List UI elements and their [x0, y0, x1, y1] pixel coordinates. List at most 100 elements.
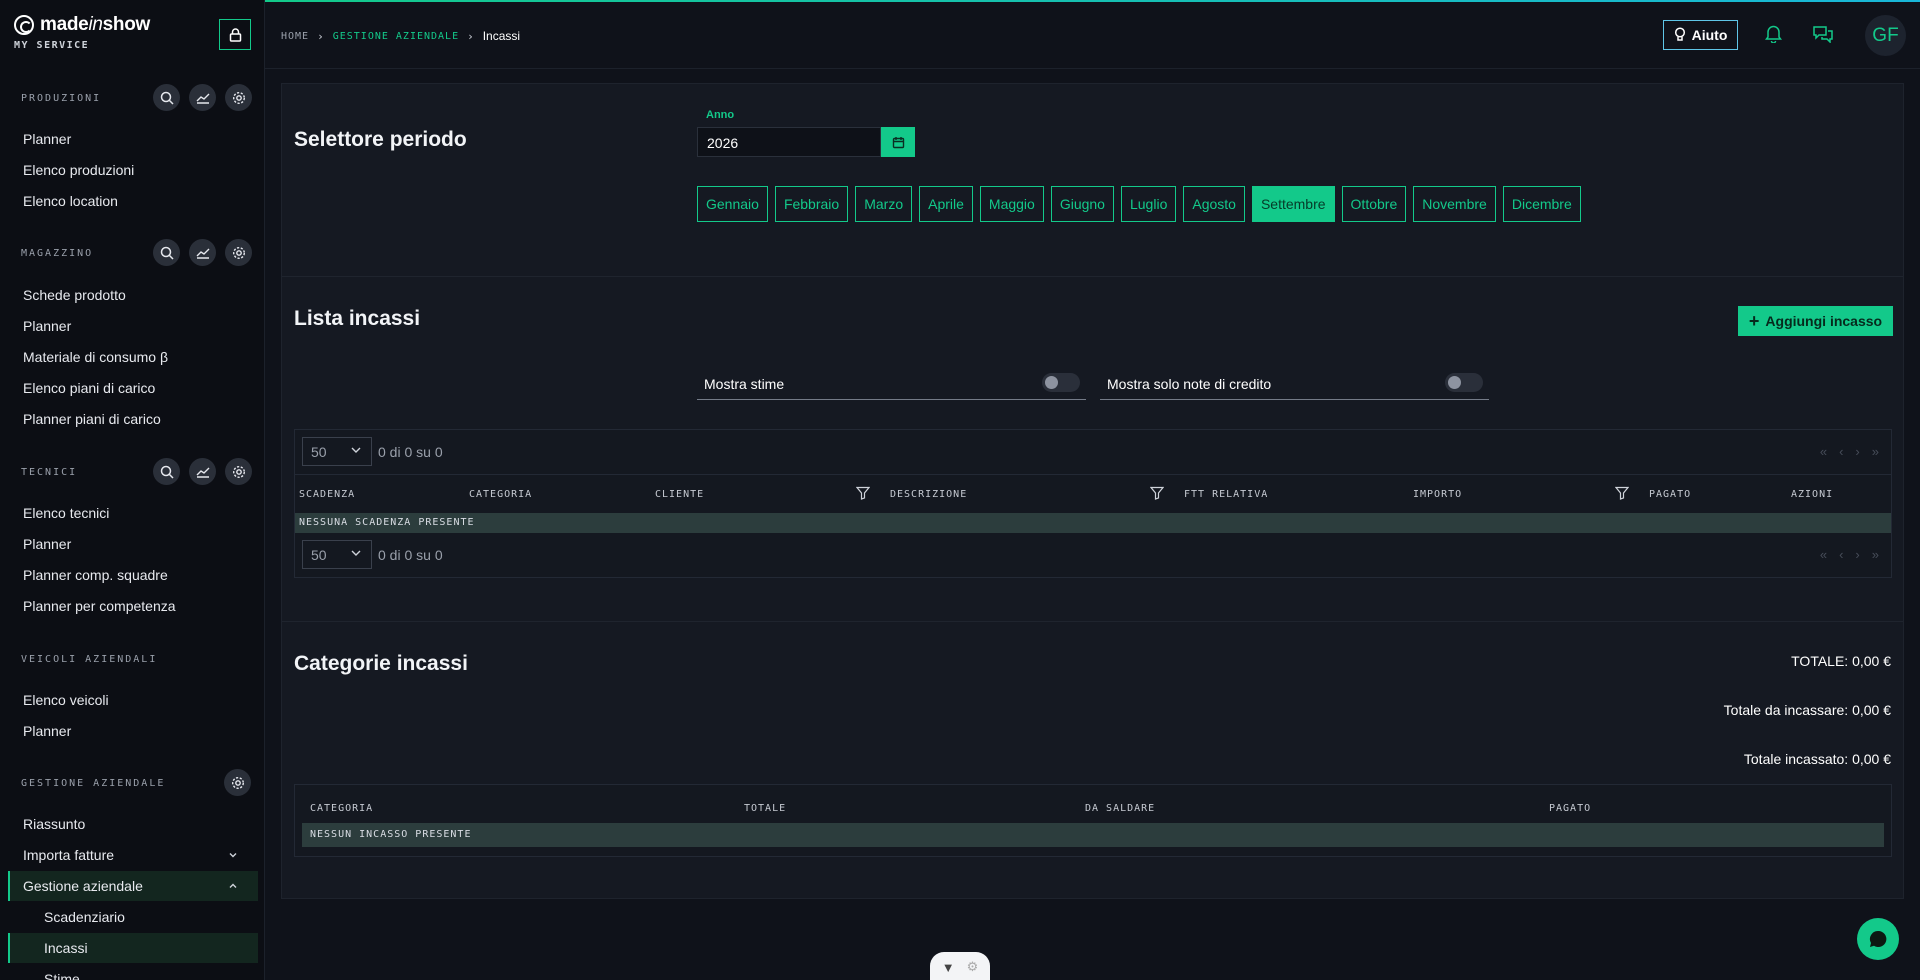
sidebar-item-planner-comp-squadre[interactable]: Planner comp. squadre	[23, 567, 168, 583]
sidebar-item-scadenziario[interactable]: Scadenziario	[44, 909, 125, 925]
brand[interactable]: madeinshow MY SERVICE	[14, 14, 150, 51]
sidebar-item-stime[interactable]: Stime	[44, 971, 80, 980]
support-chat-button[interactable]	[1857, 918, 1899, 960]
toggle-switch[interactable]	[1445, 373, 1483, 392]
help-button[interactable]: Aiuto	[1663, 20, 1738, 50]
add-incasso-button[interactable]: + Aggiungi incasso	[1738, 306, 1893, 336]
sidebar-item-materiale-consumo[interactable]: Materiale di consumo β	[23, 349, 168, 365]
toggle-mostra-stime[interactable]: Mostra stime	[697, 371, 1086, 400]
chart-icon[interactable]	[189, 84, 216, 111]
categorie-table-header: CATEGORIA TOTALE DA SALDARE PAGATO	[295, 785, 1891, 823]
month-agosto[interactable]: Agosto	[1183, 186, 1245, 222]
month-luglio[interactable]: Luglio	[1120, 186, 1177, 222]
chart-icon[interactable]	[189, 239, 216, 266]
chart-icon[interactable]	[189, 458, 216, 485]
col-pagato[interactable]: PAGATO	[1549, 803, 1591, 814]
month-settembre[interactable]: Settembre	[1251, 186, 1335, 222]
breadcrumb-home[interactable]: HOME	[281, 31, 309, 42]
col-ftt-relativa[interactable]: FTT RELATIVA	[1184, 489, 1268, 500]
prev-page-icon[interactable]: ‹	[1839, 444, 1843, 459]
col-pagato[interactable]: PAGATO	[1649, 489, 1691, 500]
empty-row: NESSUN INCASSO PRESENTE	[302, 823, 1884, 847]
section-title-veicoli: VEICOLI AZIENDALI	[21, 654, 158, 665]
month-dicembre[interactable]: Dicembre	[1502, 186, 1581, 222]
toggle-note-credito[interactable]: Mostra solo note di credito	[1100, 371, 1489, 400]
month-gennaio[interactable]: Gennaio	[697, 186, 768, 222]
breadcrumb-gestione[interactable]: GESTIONE AZIENDALE	[333, 31, 459, 42]
sidebar-item-elenco-veicoli[interactable]: Elenco veicoli	[23, 692, 109, 708]
prev-page-icon[interactable]: ‹	[1839, 547, 1843, 562]
incassi-list-title: Lista incassi	[294, 307, 421, 330]
search-icon[interactable]	[153, 84, 180, 111]
col-importo[interactable]: IMPORTO	[1413, 489, 1462, 500]
sidebar-item-planner-tecnici[interactable]: Planner	[23, 536, 71, 552]
month-ottobre[interactable]: Ottobre	[1341, 186, 1407, 222]
search-icon[interactable]	[153, 239, 180, 266]
sidebar: madeinshow MY SERVICE PRODUZIONI Planner…	[0, 0, 265, 980]
col-categoria[interactable]: CATEGORIA	[310, 803, 373, 814]
sidebar-item-riassunto[interactable]: Riassunto	[23, 816, 85, 832]
settings-icon[interactable]: ⚙	[967, 959, 979, 975]
toggle-mostra-stime-label: Mostra stime	[704, 376, 785, 392]
section-divider	[282, 621, 1903, 622]
sidebar-item-planner-per-competenza[interactable]: Planner per competenza	[23, 598, 176, 614]
filter-icon[interactable]	[1150, 486, 1164, 500]
chat-icon[interactable]	[1812, 24, 1834, 43]
avatar[interactable]: GF	[1865, 15, 1906, 56]
brand-subtitle: MY SERVICE	[14, 40, 90, 51]
calendar-button[interactable]	[881, 127, 915, 157]
first-page-icon[interactable]: «	[1820, 444, 1827, 459]
sidebar-item-importa-fatture[interactable]: Importa fatture	[23, 847, 114, 863]
month-febbraio[interactable]: Febbraio	[774, 186, 849, 222]
col-descrizione[interactable]: DESCRIZIONE	[890, 489, 967, 500]
month-marzo[interactable]: Marzo	[855, 186, 913, 222]
next-page-icon[interactable]: ›	[1855, 444, 1859, 459]
month-giugno[interactable]: Giugno	[1050, 186, 1114, 222]
table-pager-top: 50 0 di 0 su 0 « ‹ › »	[295, 430, 1891, 474]
gear-icon[interactable]	[224, 769, 251, 796]
col-da-saldare[interactable]: DA SALDARE	[1085, 803, 1155, 814]
brand-mark-icon	[14, 15, 34, 35]
sidebar-item-gestione-aziendale[interactable]: Gestione aziendale	[23, 878, 143, 894]
plus-icon: +	[1748, 311, 1760, 331]
filter-icon[interactable]	[1615, 486, 1629, 500]
sidebar-item-incassi[interactable]: Incassi	[44, 940, 88, 956]
section-actions-produzioni	[153, 84, 252, 111]
sidebar-item-elenco-produzioni[interactable]: Elenco produzioni	[23, 162, 134, 178]
month-maggio[interactable]: Maggio	[979, 186, 1044, 222]
search-icon[interactable]	[153, 458, 180, 485]
chevron-up-icon[interactable]	[228, 882, 238, 890]
filter-icon[interactable]	[856, 486, 870, 500]
sidebar-item-planner-produzioni[interactable]: Planner	[23, 131, 71, 147]
month-aprile[interactable]: Aprile	[919, 186, 973, 222]
chevron-down-icon[interactable]	[228, 851, 238, 859]
page-size-select[interactable]: 50	[302, 437, 372, 466]
sidebar-item-planner-veicoli[interactable]: Planner	[23, 723, 71, 739]
last-page-icon[interactable]: »	[1872, 444, 1879, 459]
sidebar-item-elenco-location[interactable]: Elenco location	[23, 193, 118, 209]
sidebar-item-planner-piani-carico[interactable]: Planner piani di carico	[23, 411, 161, 427]
month-novembre[interactable]: Novembre	[1413, 186, 1496, 222]
lock-sidebar-button[interactable]	[219, 19, 251, 50]
toggle-switch[interactable]	[1042, 373, 1080, 392]
floating-toolbar[interactable]: ▼ ⚙	[930, 952, 990, 980]
gear-icon[interactable]	[225, 239, 252, 266]
col-categoria[interactable]: CATEGORIA	[469, 489, 532, 500]
chevron-down-icon	[351, 447, 361, 453]
first-page-icon[interactable]: «	[1820, 547, 1827, 562]
bell-icon[interactable]	[1765, 24, 1782, 43]
gear-icon[interactable]	[225, 458, 252, 485]
col-cliente[interactable]: CLIENTE	[655, 489, 704, 500]
vue-devtools-icon[interactable]: ▼	[942, 960, 955, 975]
sidebar-item-elenco-piani-carico[interactable]: Elenco piani di carico	[23, 380, 155, 396]
page-size-select[interactable]: 50	[302, 540, 372, 569]
sidebar-item-schede-prodotto[interactable]: Schede prodotto	[23, 287, 126, 303]
year-input[interactable]: 2026	[697, 127, 881, 157]
col-totale[interactable]: TOTALE	[744, 803, 786, 814]
last-page-icon[interactable]: »	[1872, 547, 1879, 562]
sidebar-item-planner-magazzino[interactable]: Planner	[23, 318, 71, 334]
sidebar-item-elenco-tecnici[interactable]: Elenco tecnici	[23, 505, 109, 521]
gear-icon[interactable]	[225, 84, 252, 111]
col-scadenza[interactable]: SCADENZA	[299, 489, 355, 500]
next-page-icon[interactable]: ›	[1855, 547, 1859, 562]
